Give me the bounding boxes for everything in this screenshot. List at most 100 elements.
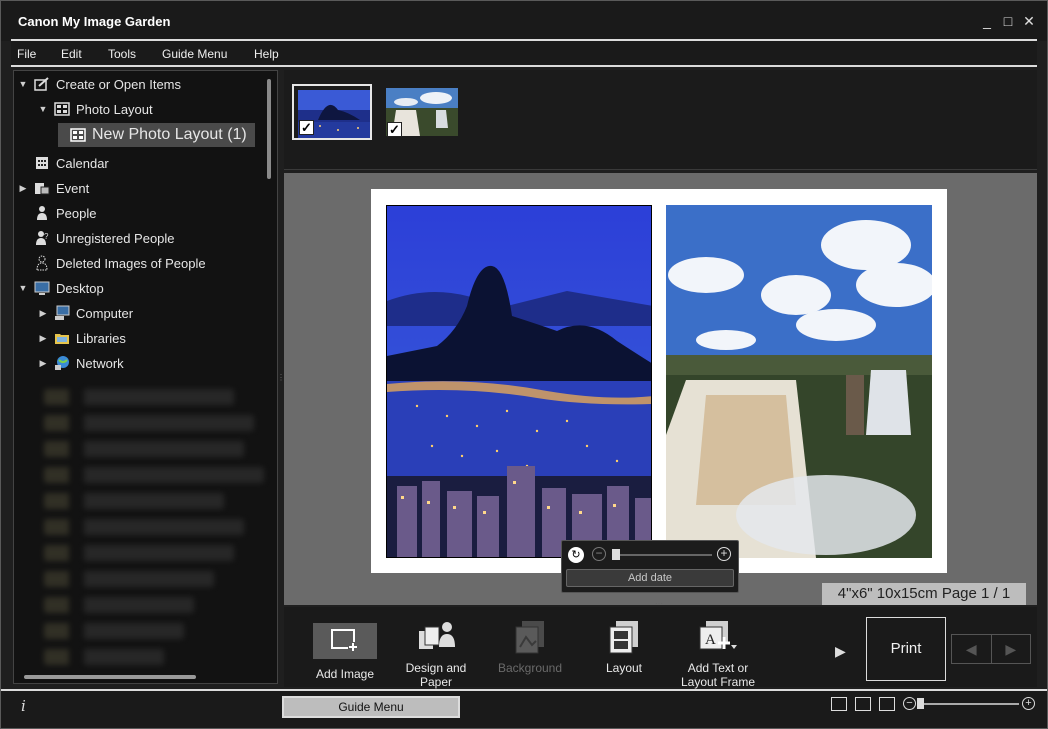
rio-night-photo[interactable]	[386, 205, 652, 558]
add-text-or-layout-frame-button[interactable]: A Add Text or Layout Frame	[671, 617, 765, 689]
blurred-list-item	[44, 467, 264, 483]
design-paper-label: Design and Paper	[405, 661, 467, 689]
guide-menu-button[interactable]: Guide Menu	[282, 696, 460, 718]
sidebar-item-event[interactable]: ▶ Event	[18, 177, 90, 199]
print-button[interactable]: Print	[866, 617, 946, 681]
deleted-person-icon	[34, 255, 50, 271]
page-navigation: ◀ ▶	[951, 634, 1031, 664]
layout-icon	[604, 617, 644, 657]
libraries-icon	[54, 330, 70, 346]
blurred-list-item	[44, 389, 234, 405]
sidebar-item-calendar[interactable]: Calendar	[34, 152, 109, 174]
sidebar-item-label: Deleted Images of People	[56, 255, 206, 271]
layout-page: ↻ − + Add date	[371, 189, 947, 593]
rotate-icon[interactable]: ↻	[568, 547, 584, 563]
add-image-button[interactable]: Add Image	[298, 619, 392, 681]
rio-night-thumbnail[interactable]: ✓	[292, 84, 372, 140]
add-text-label: Add Text or Layout Frame	[680, 661, 756, 689]
blurred-list-item	[44, 597, 194, 613]
sidebar-item-libraries[interactable]: ▶ Libraries	[38, 327, 126, 349]
sidebar-item-new-photo-layout[interactable]: New Photo Layout (1)	[58, 123, 255, 147]
design-and-paper-button[interactable]: Design and Paper	[389, 617, 483, 689]
sidebar-item-label: Desktop	[56, 280, 104, 296]
add-text-frame-icon: A	[698, 617, 738, 657]
layout-canvas: ↻ − + Add date 4"x6" 10x15cm Page 1 / 1	[284, 173, 1037, 605]
close-button[interactable]: ✕	[1022, 14, 1036, 28]
zoom-in-icon[interactable]: +	[1022, 697, 1035, 710]
waterfall-photo[interactable]	[666, 205, 932, 558]
sidebar-horizontal-scrollbar[interactable]	[24, 675, 196, 679]
zoom-slider-knob[interactable]	[917, 698, 924, 709]
checkbox[interactable]: ✓	[299, 120, 314, 135]
add-image-label: Add Image	[315, 667, 375, 681]
zoom-in-icon[interactable]: +	[717, 547, 731, 561]
background-button[interactable]: Background	[483, 617, 577, 675]
photo-layout-icon	[70, 127, 86, 143]
sidebar: ▼ Create or Open Items ▼ Photo Layout Ne…	[13, 70, 278, 684]
more-tools-arrow-icon[interactable]: ▶	[835, 643, 846, 660]
image-edit-bar: ↻ − + Add date	[561, 540, 739, 593]
photo-layout-icon	[54, 101, 70, 117]
zoom-out-icon[interactable]: −	[903, 697, 916, 710]
menu-edit[interactable]: Edit	[61, 47, 82, 61]
menu-help[interactable]: Help	[254, 47, 279, 61]
sidebar-item-label: Event	[56, 180, 90, 196]
menu-tools[interactable]: Tools	[108, 47, 136, 61]
view-mode-buttons	[831, 697, 895, 711]
design-paper-icon	[416, 617, 456, 657]
expand-arrow-icon[interactable]: ▶	[18, 183, 28, 194]
sidebar-item-computer[interactable]: ▶ Computer	[38, 302, 133, 324]
menu-bar: File Edit Tools Guide Menu Help	[11, 39, 1037, 67]
background-icon	[510, 617, 550, 657]
expand-arrow-icon[interactable]: ▶	[38, 333, 48, 344]
single-view-icon[interactable]	[855, 697, 871, 711]
sidebar-item-photo-layout[interactable]: ▼ Photo Layout	[38, 98, 153, 120]
toolbar-resize-handle[interactable]: ···	[655, 599, 663, 608]
thumbnail-strip: ✓ ✓	[284, 70, 1037, 170]
menu-file[interactable]: File	[17, 47, 36, 61]
sidebar-item-label: Photo Layout	[76, 101, 153, 117]
sidebar-item-unregistered-people[interactable]: ? Unregistered People	[34, 227, 175, 249]
person-icon	[34, 205, 50, 221]
sidebar-item-label: Libraries	[76, 330, 126, 346]
blurred-list-item	[44, 545, 234, 561]
zoom-out-icon[interactable]: −	[592, 547, 606, 561]
background-label: Background	[497, 661, 563, 675]
menu-guide-menu[interactable]: Guide Menu	[162, 47, 227, 61]
sidebar-item-desktop[interactable]: ▼ Desktop	[18, 277, 104, 299]
expand-arrow-icon[interactable]: ▼	[38, 104, 48, 114]
minimize-button[interactable]: _	[980, 14, 994, 28]
info-icon[interactable]: i	[21, 697, 26, 715]
add-date-button[interactable]: Add date	[566, 569, 734, 587]
previous-page-icon[interactable]: ◀	[952, 635, 992, 663]
maximize-button[interactable]: □	[1001, 14, 1015, 28]
window-title: Canon My Image Garden	[18, 14, 171, 29]
sidebar-item-label: Computer	[76, 305, 134, 321]
add-image-icon	[313, 623, 377, 659]
expand-arrow-icon[interactable]: ▶	[38, 358, 48, 369]
checkbox[interactable]: ✓	[387, 122, 402, 137]
zoom-slider-track[interactable]	[614, 554, 712, 556]
fit-to-window-icon[interactable]	[879, 697, 895, 711]
blurred-list-item	[44, 493, 224, 509]
sidebar-vertical-scrollbar[interactable]	[267, 79, 271, 179]
sidebar-item-deleted-images-of-people[interactable]: Deleted Images of People	[34, 252, 206, 274]
expand-arrow-icon[interactable]: ▼	[18, 79, 28, 89]
layout-button[interactable]: Layout	[577, 617, 671, 675]
layout-label: Layout	[605, 661, 643, 675]
blurred-list-item	[44, 623, 184, 639]
sidebar-item-label: Create or Open Items	[56, 76, 181, 92]
page-size-info: 4"x6" 10x15cm Page 1 / 1	[822, 583, 1026, 605]
sidebar-item-people[interactable]: People	[34, 202, 96, 224]
zoom-slider-track[interactable]	[921, 703, 1019, 705]
zoom-slider-knob[interactable]	[612, 549, 620, 560]
panel-resize-handle[interactable]: ⋮	[277, 373, 285, 382]
blurred-list-item	[44, 415, 254, 431]
waterfall-thumbnail[interactable]: ✓	[382, 84, 462, 140]
expand-arrow-icon[interactable]: ▼	[18, 283, 28, 293]
next-page-icon[interactable]: ▶	[992, 635, 1031, 663]
sidebar-item-network[interactable]: ▶ Network	[38, 352, 124, 374]
sidebar-item-create-items[interactable]: ▼ Create or Open Items	[18, 73, 181, 95]
expand-arrow-icon[interactable]: ▶	[38, 308, 48, 319]
filmstrip-view-icon[interactable]	[831, 697, 847, 711]
